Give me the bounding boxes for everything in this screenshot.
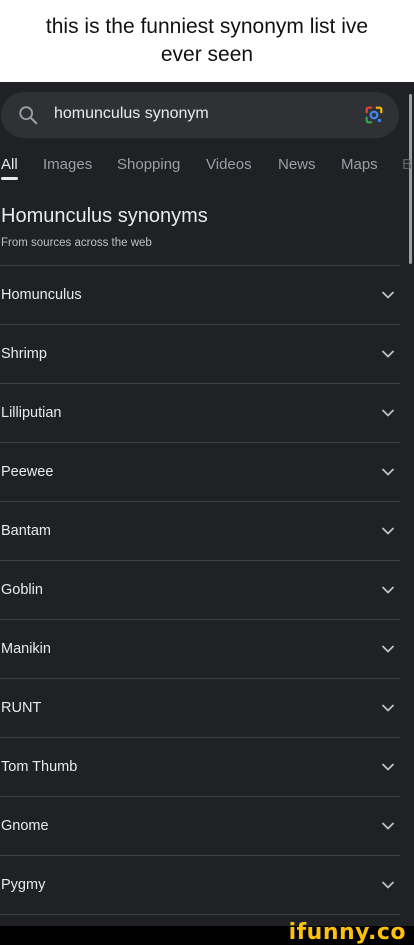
- tab-maps[interactable]: Maps: [341, 156, 378, 173]
- chevron-down-icon[interactable]: [381, 878, 395, 892]
- list-item-label: Bantam: [1, 523, 51, 539]
- list-item-label: Manikin: [1, 641, 51, 657]
- chevron-down-icon[interactable]: [381, 406, 395, 420]
- tab-shopping[interactable]: Shopping: [117, 156, 180, 173]
- chevron-down-icon[interactable]: [381, 642, 395, 656]
- list-item-label: Goblin: [1, 582, 43, 598]
- search-icon[interactable]: [17, 104, 39, 126]
- list-item-label: Tom Thumb: [1, 759, 78, 775]
- list-item-label: Lilliputian: [1, 405, 62, 421]
- list-item-label: Pygmy: [1, 877, 46, 893]
- meme-caption: this is the funniest synonym list ive ev…: [0, 0, 414, 82]
- tab-all[interactable]: All: [1, 156, 18, 173]
- list-item[interactable]: Manikin: [0, 620, 400, 679]
- search-query[interactable]: homunculus synonym: [54, 105, 209, 123]
- chevron-down-icon[interactable]: [381, 760, 395, 774]
- list-item-label: Homunculus: [1, 287, 82, 303]
- chevron-down-icon[interactable]: [381, 701, 395, 715]
- watermark-bar: ifunny.co: [0, 921, 414, 945]
- search-tabs: All Images Shopping Videos News Maps B: [0, 154, 414, 182]
- list-item[interactable]: Gnome: [0, 797, 400, 856]
- tab-images[interactable]: Images: [43, 156, 92, 173]
- synonym-list: Homunculus Shrimp Lilliputian Peewee Ban…: [0, 265, 400, 915]
- list-item-label: Peewee: [1, 464, 54, 480]
- list-item[interactable]: Bantam: [0, 502, 400, 561]
- result-title: Homunculus synonyms: [1, 205, 208, 227]
- chevron-down-icon[interactable]: [381, 524, 395, 538]
- chevron-down-icon[interactable]: [381, 347, 395, 361]
- list-item[interactable]: Homunculus: [0, 266, 400, 325]
- chevron-down-icon[interactable]: [381, 819, 395, 833]
- list-item[interactable]: Tom Thumb: [0, 738, 400, 797]
- result-subtitle: From sources across the web: [1, 237, 152, 249]
- list-item[interactable]: Shrimp: [0, 325, 400, 384]
- tab-overflow[interactable]: B: [402, 156, 412, 173]
- list-item[interactable]: RUNT: [0, 679, 400, 738]
- chevron-down-icon[interactable]: [381, 288, 395, 302]
- list-item[interactable]: Lilliputian: [0, 384, 400, 443]
- list-item-label: RUNT: [1, 700, 42, 716]
- list-item[interactable]: Peewee: [0, 443, 400, 502]
- active-tab-indicator: [1, 177, 18, 180]
- tab-news[interactable]: News: [278, 156, 316, 173]
- ifunny-watermark: ifunny.co: [288, 920, 406, 945]
- list-item[interactable]: Pygmy: [0, 856, 400, 915]
- list-item[interactable]: Goblin: [0, 561, 400, 620]
- list-item-label: Shrimp: [1, 346, 47, 362]
- list-item-label: Gnome: [1, 818, 49, 834]
- search-bar[interactable]: homunculus synonym: [1, 92, 399, 138]
- chevron-down-icon[interactable]: [381, 583, 395, 597]
- google-lens-icon[interactable]: [363, 104, 385, 126]
- chevron-down-icon[interactable]: [381, 465, 395, 479]
- search-results-screen: homunculus synonym All Images Shopping V…: [0, 82, 414, 926]
- tab-videos[interactable]: Videos: [206, 156, 252, 173]
